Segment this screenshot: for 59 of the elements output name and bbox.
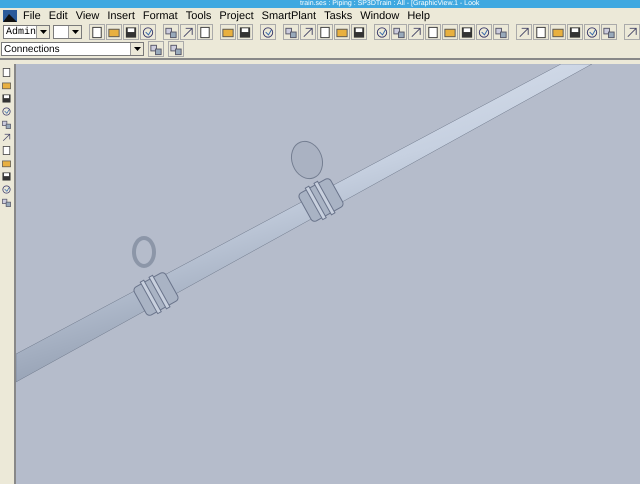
toolbar-icon[interactable] <box>550 24 566 40</box>
toolbar-icon[interactable] <box>220 24 236 40</box>
toolbar-icon[interactable] <box>425 24 441 40</box>
side-tool-icon[interactable] <box>0 92 13 104</box>
side-tool-icon[interactable] <box>0 196 13 208</box>
menu-item[interactable]: Help <box>403 10 434 22</box>
toolbar-icon[interactable] <box>584 24 600 40</box>
style-dropdown[interactable] <box>53 25 82 40</box>
menu-item[interactable]: Tools <box>182 10 216 22</box>
caret-icon <box>134 47 140 52</box>
menu-item[interactable]: File <box>19 10 45 22</box>
toolbar-icon[interactable] <box>408 24 424 40</box>
menu-item[interactable]: Edit <box>44 10 72 22</box>
toolbar-icon[interactable] <box>140 24 156 40</box>
toolbar-icon[interactable] <box>123 24 139 40</box>
toolbar-icon[interactable] <box>283 24 299 40</box>
side-tool-icon[interactable] <box>0 105 13 118</box>
toolbar-icon[interactable] <box>533 24 549 40</box>
menu-item[interactable]: SmartPlant <box>258 10 320 22</box>
toolbar-icon[interactable] <box>260 24 276 40</box>
toolbar-icon[interactable] <box>106 24 122 40</box>
side-tool-icon[interactable] <box>0 66 13 78</box>
permission-group-dropdown[interactable]: Admin <box>3 25 50 40</box>
menu-item[interactable]: Project <box>215 10 258 22</box>
toolbar-icon[interactable] <box>180 24 196 40</box>
menu-item[interactable]: View <box>72 10 104 22</box>
toolbar-icon[interactable] <box>89 24 105 40</box>
side-tool-icon[interactable] <box>0 118 13 130</box>
app-logo-icon[interactable] <box>3 10 17 22</box>
toolbar-icon[interactable] <box>168 41 184 58</box>
toolbar-icon[interactable] <box>334 24 350 40</box>
side-tool-icon[interactable] <box>0 131 13 144</box>
side-tool-icon[interactable] <box>0 183 13 196</box>
toolbar-icon[interactable] <box>391 24 407 40</box>
locate-filter-dropdown[interactable]: Connections <box>1 42 144 56</box>
toolbar-icon[interactable] <box>601 24 617 40</box>
toolbar-icon[interactable] <box>476 24 492 40</box>
toolbar-icon[interactable] <box>351 24 367 40</box>
toolbar-icon[interactable] <box>374 24 390 40</box>
menu-item[interactable]: Tasks <box>320 10 356 22</box>
toolbar-icon[interactable] <box>148 41 164 58</box>
toolbar-icon[interactable] <box>516 24 532 40</box>
toolbar-icon[interactable] <box>300 24 316 40</box>
menu-item[interactable]: Format <box>138 10 182 22</box>
toolbar-icon[interactable] <box>197 24 213 40</box>
toolbar-icon[interactable] <box>163 24 179 40</box>
toolbar-icon[interactable] <box>237 24 253 40</box>
caret-icon <box>40 30 47 34</box>
menu-item[interactable]: Window <box>356 10 404 22</box>
side-tool-icon[interactable] <box>0 170 13 182</box>
toolbar-icon[interactable] <box>317 24 333 40</box>
toolbar-icon[interactable] <box>442 24 458 40</box>
toolbar-icon[interactable] <box>459 24 475 40</box>
toolbar-icon[interactable] <box>493 24 509 40</box>
toolbar-icon[interactable] <box>624 24 640 40</box>
caret-icon <box>72 30 78 34</box>
side-tool-icon[interactable] <box>0 144 13 156</box>
toolbar-icon[interactable] <box>567 24 583 40</box>
menu-item[interactable]: Insert <box>103 10 139 22</box>
